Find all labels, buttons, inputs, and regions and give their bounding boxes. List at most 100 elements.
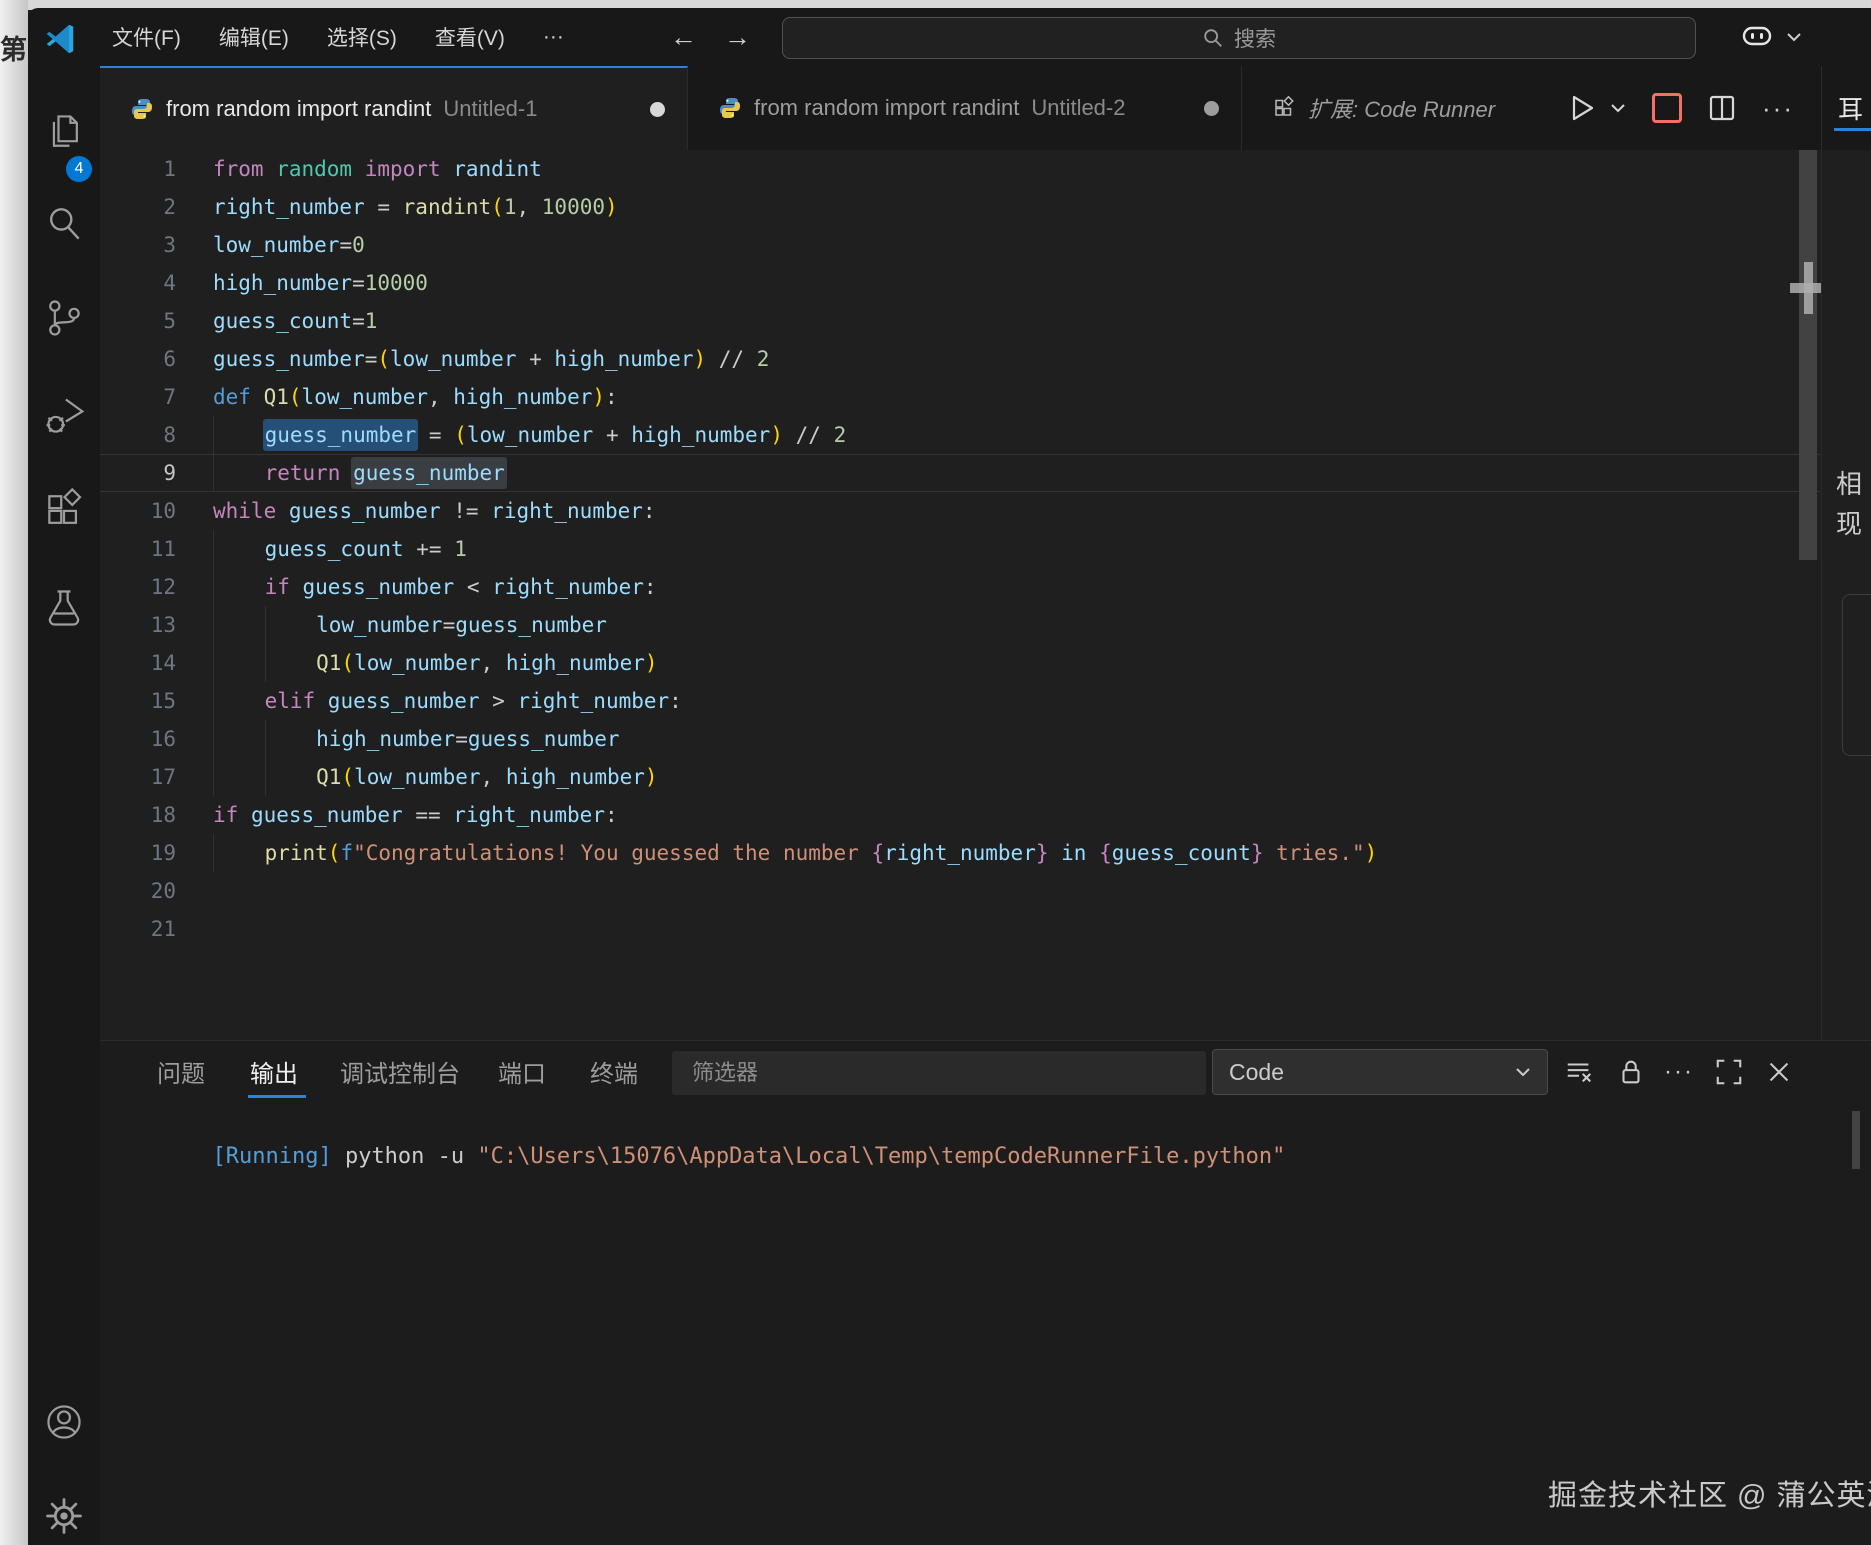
code-line[interactable]: 2right_number = randint(1, 10000): [100, 188, 1820, 226]
line-number: 18: [100, 796, 176, 834]
watermark: 掘金技术社区 @ 蒲公英派: [1548, 1472, 1848, 1514]
panel-tab-debug-console[interactable]: 调试控制台: [340, 1041, 460, 1101]
stop-icon[interactable]: [1652, 93, 1682, 123]
testing-icon[interactable]: [42, 586, 86, 630]
run-icon[interactable]: [1570, 94, 1596, 122]
line-number: 2: [100, 188, 176, 226]
menu-bar: 文件(F) 编辑(E) 选择(S) 查看(V) ···: [112, 8, 564, 66]
code-line[interactable]: 19 print(f"Congratulations! You guessed …: [100, 834, 1820, 872]
code-line[interactable]: 15 elif guess_number > right_number:: [100, 682, 1820, 720]
extension-square-icon: [1272, 96, 1296, 120]
code-line[interactable]: 4high_number=10000: [100, 264, 1820, 302]
code-line[interactable]: 18if guess_number == right_number:: [100, 796, 1820, 834]
right-group-text: 现: [1836, 504, 1862, 541]
code-line[interactable]: 11 guess_count += 1: [100, 530, 1820, 568]
back-icon[interactable]: ←: [670, 8, 697, 66]
search-sidebar-icon[interactable]: [42, 202, 86, 246]
code-line[interactable]: 7def Q1(low_number, high_number):: [100, 378, 1820, 416]
code-line[interactable]: 21: [100, 910, 1820, 948]
menu-selection[interactable]: 选择(S): [327, 22, 397, 52]
tab-untitled-1[interactable]: from random import randint Untitled-1: [100, 66, 688, 150]
search-placeholder: 搜索: [1234, 23, 1276, 53]
line-number: 10: [100, 492, 176, 530]
line-number: 19: [100, 834, 176, 872]
right-group-text: 相: [1836, 464, 1862, 501]
editor-actions: ···: [1570, 66, 1794, 150]
code-editor[interactable]: 1from random import randint2right_number…: [100, 150, 1820, 1040]
explorer-icon[interactable]: [42, 110, 86, 154]
desktop-partial-text: 第: [0, 28, 28, 67]
more-actions-icon[interactable]: ···: [1762, 93, 1794, 124]
run-and-debug-icon[interactable]: [42, 394, 86, 438]
code-line[interactable]: 1from random import randint: [100, 150, 1820, 188]
split-editor-icon[interactable]: [1708, 94, 1736, 122]
settings-gear-icon[interactable]: [42, 1494, 86, 1538]
line-number: 4: [100, 264, 176, 302]
line-number: 16: [100, 720, 176, 758]
code-line[interactable]: 12 if guess_number < right_number:: [100, 568, 1820, 606]
bottom-panel: 问题 输出 调试控制台 端口 终端 Code ···: [100, 1040, 1871, 1545]
clear-output-icon[interactable]: [1564, 1057, 1594, 1087]
close-panel-icon[interactable]: [1764, 1057, 1794, 1087]
menu-more[interactable]: ···: [543, 25, 564, 49]
menu-edit[interactable]: 编辑(E): [219, 22, 289, 52]
panel-scrollbar-thumb[interactable]: [1852, 1111, 1860, 1169]
panel-tab-ports[interactable]: 端口: [498, 1041, 546, 1101]
maximize-panel-icon[interactable]: [1714, 1057, 1744, 1087]
right-group-tab[interactable]: 耳: [1838, 90, 1863, 126]
copilot-chevron-down-icon[interactable]: [1786, 32, 1802, 42]
line-number: 15: [100, 682, 176, 720]
tab-title: from random import randint: [166, 96, 431, 122]
tab-title: 扩展: Code Runner: [1308, 92, 1495, 124]
tab-modifier: Untitled-2: [1031, 95, 1125, 121]
code-line[interactable]: 8 guess_number = (low_number + high_numb…: [100, 416, 1820, 454]
lock-icon[interactable]: [1616, 1057, 1646, 1087]
line-number: 11: [100, 530, 176, 568]
search-icon: [1202, 27, 1224, 49]
output-channel-select[interactable]: Code: [1212, 1049, 1548, 1095]
panel-active-underline: [248, 1095, 306, 1098]
run-dropdown-chevron-icon[interactable]: [1610, 103, 1626, 113]
code-line[interactable]: 10while guess_number != right_number:: [100, 492, 1820, 530]
output-channel-value: Code: [1229, 1059, 1284, 1086]
editor-scrollbar-thumb[interactable]: [1799, 150, 1817, 560]
code-line[interactable]: 20: [100, 872, 1820, 910]
panel-more-icon[interactable]: ···: [1664, 1057, 1694, 1087]
code-line[interactable]: 9 return guess_number: [100, 454, 1820, 492]
panel-tab-terminal[interactable]: 终端: [590, 1041, 638, 1101]
desktop-left-strip: [0, 0, 28, 1545]
tab-code-runner-output[interactable]: 扩展: Code Runner: [1242, 66, 1558, 150]
tab-title: from random import randint: [754, 95, 1019, 121]
code-line[interactable]: 14 Q1(low_number, high_number): [100, 644, 1820, 682]
menu-file[interactable]: 文件(F): [112, 22, 181, 52]
code-line[interactable]: 3low_number=0: [100, 226, 1820, 264]
tab-modifier: Untitled-1: [443, 96, 537, 122]
code-line[interactable]: 17 Q1(low_number, high_number): [100, 758, 1820, 796]
unsaved-dot-icon[interactable]: [650, 102, 665, 117]
right-editor-group: 耳 相 现: [1821, 66, 1871, 1040]
python-icon: [718, 96, 742, 120]
code-lines: 1from random import randint2right_number…: [100, 150, 1820, 948]
extensions-icon[interactable]: [42, 488, 86, 532]
panel-tab-output[interactable]: 输出: [250, 1041, 298, 1101]
tab-untitled-2[interactable]: from random import randint Untitled-2: [688, 66, 1242, 150]
line-number: 3: [100, 226, 176, 264]
code-line[interactable]: 13 low_number=guess_number: [100, 606, 1820, 644]
unsaved-dot-icon[interactable]: [1204, 101, 1219, 116]
forward-icon[interactable]: →: [724, 8, 751, 66]
output-path: "C:\Users\15076\AppData\Local\Temp\tempC…: [477, 1144, 1285, 1169]
screen: 第 文件(F) 编辑(E) 选择(S) 查看(V) ··· ← → 搜索: [0, 0, 1871, 1545]
command-center-search[interactable]: 搜索: [782, 17, 1696, 59]
copilot-icon[interactable]: [1740, 22, 1774, 52]
code-line[interactable]: 6guess_number=(low_number + high_number)…: [100, 340, 1820, 378]
account-icon[interactable]: [42, 1400, 86, 1444]
output-line: [Running] python -u "C:\Users\15076\AppD…: [133, 1119, 1285, 1194]
menu-view[interactable]: 查看(V): [435, 22, 505, 52]
code-line[interactable]: 16 high_number=guess_number: [100, 720, 1820, 758]
line-number: 20: [100, 872, 176, 910]
filter-input[interactable]: [672, 1051, 1206, 1095]
source-control-icon[interactable]: [42, 296, 86, 340]
code-line[interactable]: 5guess_count=1: [100, 302, 1820, 340]
panel-tab-problems[interactable]: 问题: [157, 1041, 205, 1101]
title-bar: 文件(F) 编辑(E) 选择(S) 查看(V) ··· ← → 搜索: [28, 8, 1871, 67]
